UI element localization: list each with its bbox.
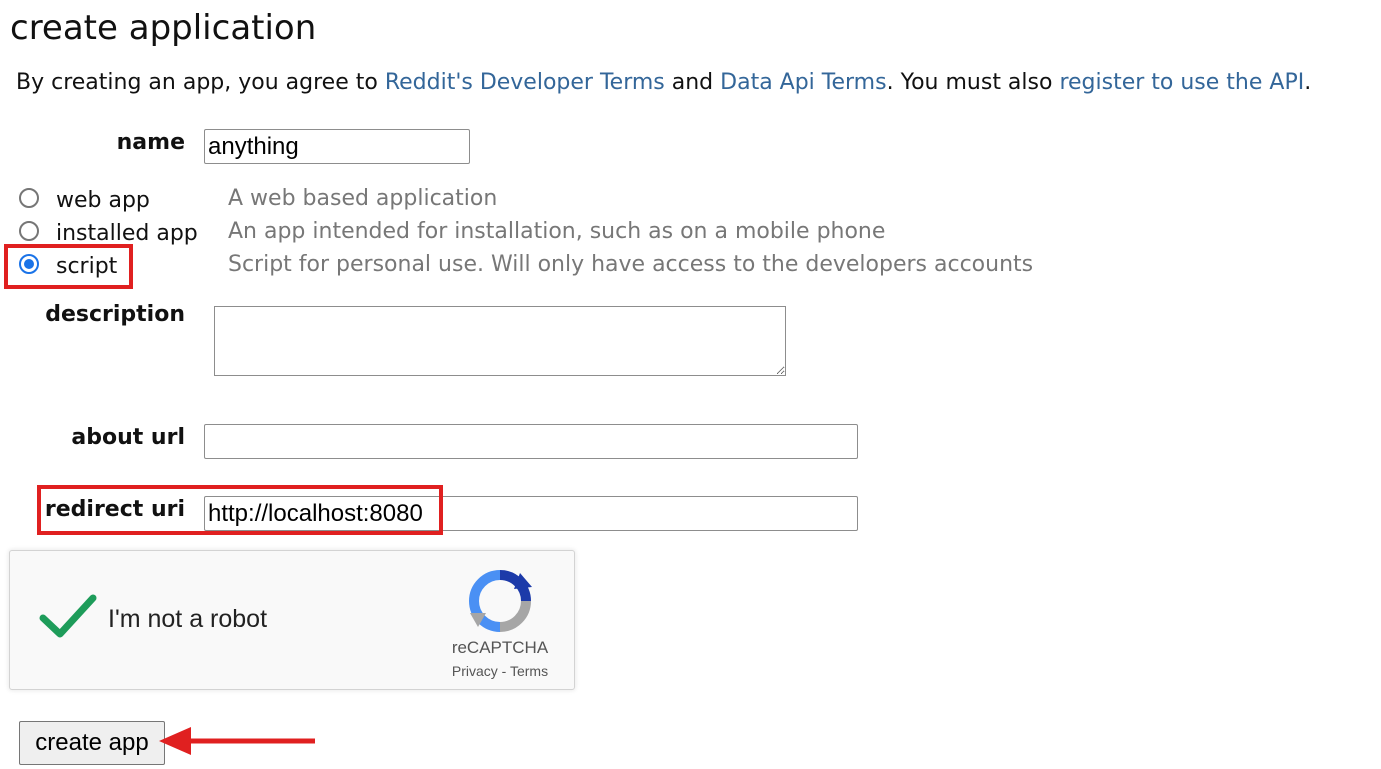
arrow-pointer-icon xyxy=(159,727,315,755)
data-api-terms-link[interactable]: Data Api Terms xyxy=(720,70,886,95)
terms-prefix: By creating an app, you agree to xyxy=(16,70,385,95)
name-input[interactable] xyxy=(204,129,470,164)
name-label: name xyxy=(116,130,185,155)
script-description: Script for personal use. Will only have … xyxy=(228,252,1034,277)
page-title: create application xyxy=(10,8,317,48)
web-app-description: A web based application xyxy=(228,186,498,211)
script-radio[interactable] xyxy=(19,254,39,274)
about-url-label: about url xyxy=(71,425,185,450)
description-label: description xyxy=(45,302,185,327)
radio-row-installed-app[interactable]: installed app xyxy=(16,221,206,251)
web-app-label[interactable]: web app xyxy=(56,188,150,213)
radio-row-script[interactable]: script xyxy=(16,254,206,284)
developer-terms-link[interactable]: Reddit's Developer Terms xyxy=(385,70,665,95)
terms-middle: . You must also xyxy=(886,70,1060,95)
terms-and: and xyxy=(664,70,721,95)
about-url-input[interactable] xyxy=(204,424,858,459)
checkmark-icon[interactable] xyxy=(38,591,98,641)
installed-app-description: An app intended for installation, such a… xyxy=(228,219,886,244)
terms-notice: By creating an app, you agree to Reddit'… xyxy=(16,70,1311,95)
installed-app-label[interactable]: installed app xyxy=(56,221,198,246)
recaptcha-privacy-link[interactable]: Privacy xyxy=(452,663,498,679)
recaptcha-widget: I'm not a robot reCAPTCHA Privacy - Term… xyxy=(9,550,575,690)
script-label[interactable]: script xyxy=(56,254,117,279)
recaptcha-links: Privacy - Terms xyxy=(435,663,565,679)
register-api-link[interactable]: register to use the API xyxy=(1059,70,1304,95)
recaptcha-logo-icon xyxy=(469,570,532,632)
recaptcha-link-separator: - xyxy=(497,663,510,679)
installed-app-radio[interactable] xyxy=(19,221,39,241)
redirect-uri-label: redirect uri xyxy=(44,497,185,522)
radio-row-web-app[interactable]: web app xyxy=(16,188,206,218)
web-app-radio[interactable] xyxy=(19,188,39,208)
recaptcha-brand: reCAPTCHA xyxy=(451,638,549,657)
terms-suffix: . xyxy=(1304,70,1312,95)
create-app-button[interactable]: create app xyxy=(19,721,165,765)
not-robot-label: I'm not a robot xyxy=(108,605,268,633)
redirect-uri-input[interactable] xyxy=(204,496,858,531)
description-textarea[interactable] xyxy=(214,306,786,376)
recaptcha-terms-link[interactable]: Terms xyxy=(510,663,548,679)
